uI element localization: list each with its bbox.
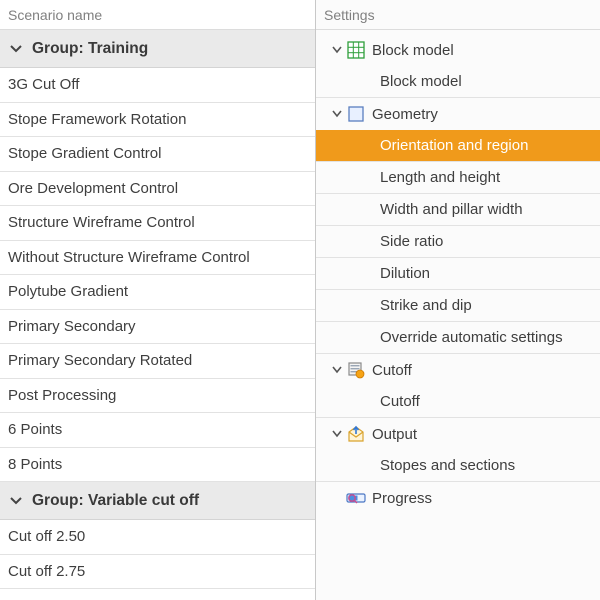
scenario-item[interactable]: 6 Points [0, 413, 315, 448]
tree-node-progress[interactable]: Progress [316, 482, 600, 514]
scenario-item[interactable]: Stope Framework Rotation [0, 103, 315, 138]
scenario-item[interactable]: Post Processing [0, 379, 315, 414]
tree-label: Block model [378, 73, 462, 90]
tree-child-override-auto[interactable]: Override automatic settings [316, 322, 600, 354]
settings-panel: Settings Block model [316, 0, 600, 600]
tree-child-stopes-sections[interactable]: Stopes and sections [316, 450, 600, 482]
tree-label: Dilution [378, 265, 430, 282]
chevron-down-icon [10, 43, 22, 55]
chevron-down-icon [328, 109, 346, 119]
tree-node-block-model[interactable]: Block model [316, 34, 600, 66]
tree-child-strike-dip[interactable]: Strike and dip [316, 290, 600, 322]
tree-child-length-height[interactable]: Length and height [316, 162, 600, 194]
chevron-down-icon [10, 495, 22, 507]
tree-label: Cutoff [370, 362, 412, 379]
chevron-down-icon [328, 45, 346, 55]
settings-panel-header: Settings [316, 0, 600, 30]
scenario-item[interactable]: Without Structure Wireframe Control [0, 241, 315, 276]
scenario-item[interactable]: 8 Points [0, 448, 315, 483]
settings-tree: Block model Block model Geometry [316, 30, 600, 600]
scenario-item[interactable]: Structure Wireframe Control [0, 206, 315, 241]
scenario-item[interactable]: Primary Secondary [0, 310, 315, 345]
tree-label: Strike and dip [378, 297, 472, 314]
progress-icon [346, 488, 366, 508]
tree-label: Stopes and sections [378, 457, 515, 474]
tree-node-output[interactable]: Output [316, 418, 600, 450]
tree-child-block-model[interactable]: Block model [316, 66, 600, 98]
tree-child-orientation-region[interactable]: Orientation and region [316, 130, 600, 162]
output-icon [346, 424, 366, 444]
tree-label: Side ratio [378, 233, 443, 250]
scenario-item[interactable]: Polytube Gradient [0, 275, 315, 310]
scenario-item[interactable]: Cut off 2.50 [0, 520, 315, 555]
scenario-item[interactable]: Cut off 2.75 [0, 555, 315, 590]
scenario-item[interactable]: 3G Cut Off [0, 68, 315, 103]
tree-label: Output [370, 426, 417, 443]
tree-label: Cutoff [378, 393, 420, 410]
group-label: Group: Training [32, 40, 148, 58]
block-model-icon [346, 40, 366, 60]
cutoff-icon [346, 360, 366, 380]
group-label: Group: Variable cut off [32, 492, 199, 510]
tree-child-dilution[interactable]: Dilution [316, 258, 600, 290]
tree-label: Length and height [378, 169, 500, 186]
tree-node-cutoff[interactable]: Cutoff [316, 354, 600, 386]
tree-label: Geometry [370, 106, 438, 123]
tree-child-cutoff[interactable]: Cutoff [316, 386, 600, 418]
group-header-training[interactable]: Group: Training [0, 30, 315, 68]
scenario-panel-header: Scenario name [0, 0, 315, 30]
tree-label: Progress [370, 490, 432, 507]
geometry-icon [346, 104, 366, 124]
tree-label: Orientation and region [378, 137, 528, 154]
group-header-variable-cutoff[interactable]: Group: Variable cut off [0, 482, 315, 520]
chevron-down-icon [328, 365, 346, 375]
scenario-panel: Scenario name Group: Training 3G Cut Off… [0, 0, 316, 600]
tree-child-width-pillar[interactable]: Width and pillar width [316, 194, 600, 226]
scenario-item[interactable]: Primary Secondary Rotated [0, 344, 315, 379]
tree-label: Block model [370, 42, 454, 59]
tree-node-geometry[interactable]: Geometry [316, 98, 600, 130]
tree-label: Width and pillar width [378, 201, 523, 218]
scenario-item[interactable]: Ore Development Control [0, 172, 315, 207]
tree-label: Override automatic settings [378, 329, 563, 346]
tree-child-side-ratio[interactable]: Side ratio [316, 226, 600, 258]
chevron-down-icon [328, 429, 346, 439]
scenario-item[interactable]: Stope Gradient Control [0, 137, 315, 172]
